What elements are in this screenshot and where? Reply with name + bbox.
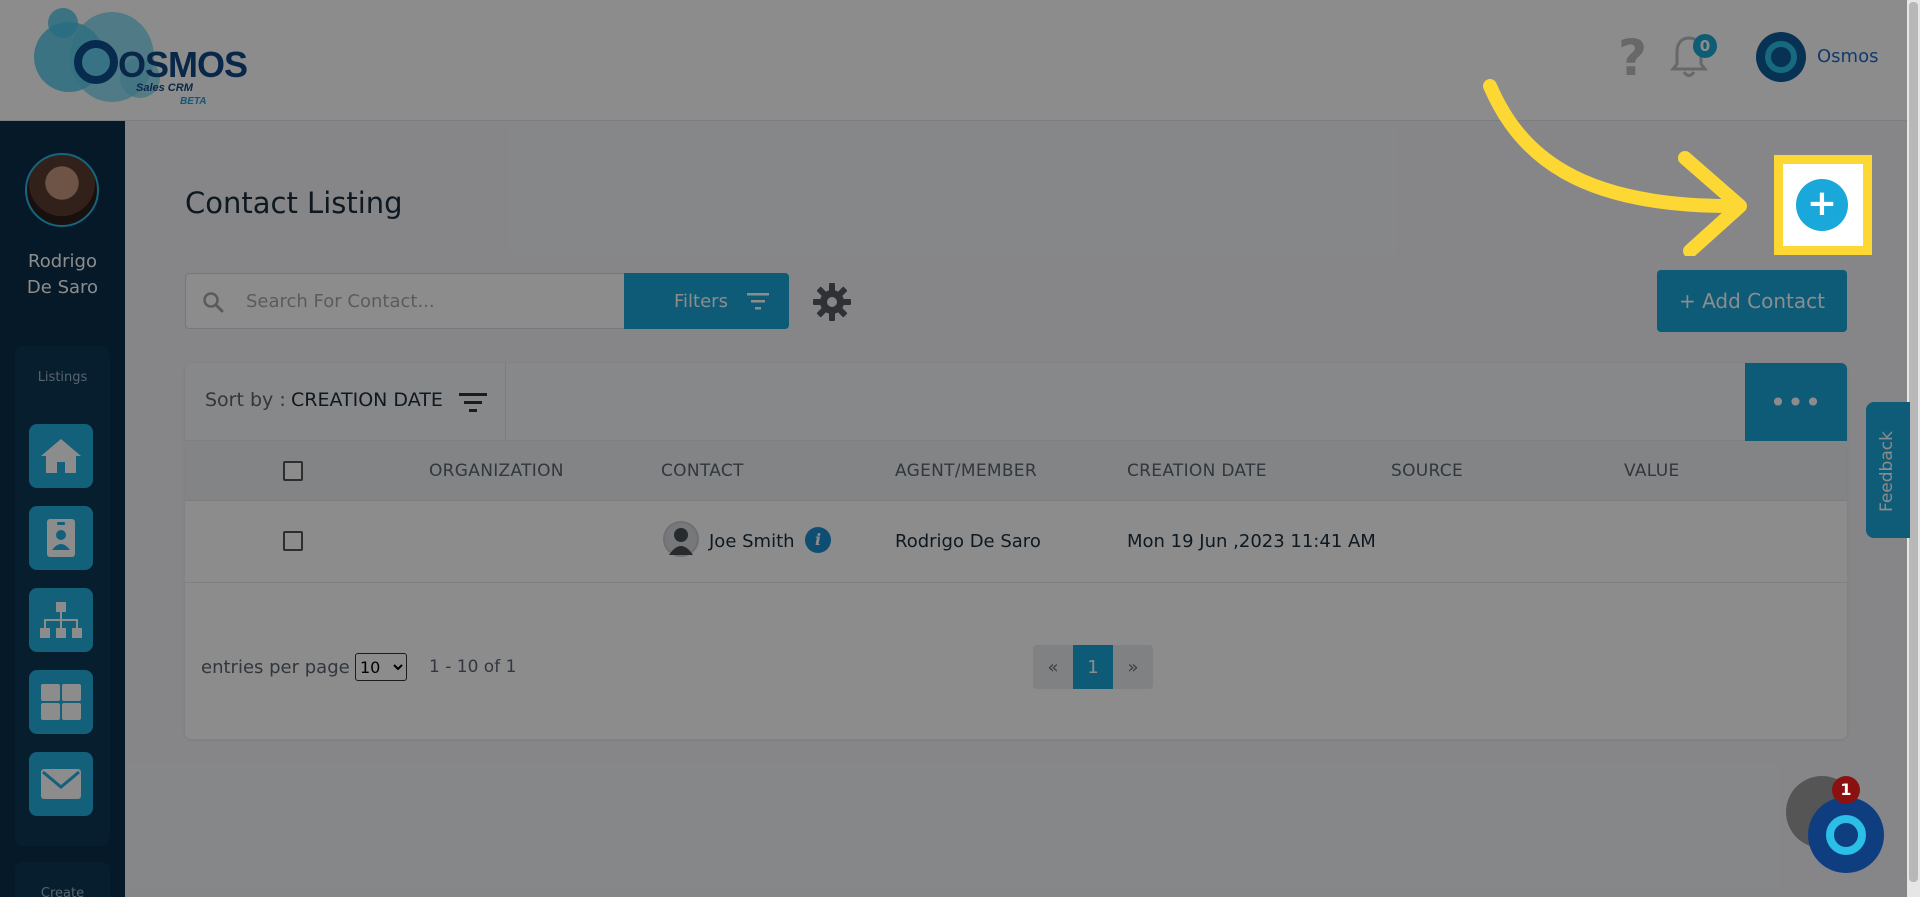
sort-divider — [505, 363, 506, 441]
sidebar-item-home[interactable] — [29, 424, 93, 488]
row-agent: Rodrigo De Saro — [895, 531, 1041, 552]
profile-name: Rodrigo De Saro — [0, 249, 125, 301]
table-header: ORGANIZATION CONTACT AGENT/MEMBER CREATI… — [185, 441, 1847, 501]
row-creation-date: Mon 19 Jun ,2023 11:41 AM — [1127, 531, 1376, 552]
user-avatar[interactable] — [1756, 32, 1806, 82]
sidebar: Rodrigo De Saro Listings Create — [0, 121, 125, 897]
sort-icon[interactable] — [459, 391, 487, 413]
mail-icon — [41, 769, 81, 799]
contacts-table: Sort by : CREATION DATE ••• ORGANIZATION… — [185, 363, 1847, 739]
table-row[interactable]: Joe Smith i Rodrigo De Saro Mon 19 Jun ,… — [185, 501, 1847, 583]
column-header[interactable]: SOURCE — [1391, 461, 1463, 481]
page-button-current[interactable]: 1 — [1073, 645, 1113, 689]
tutorial-arrow-icon — [1483, 79, 1747, 256]
osmos-logo[interactable]: OSMOS Sales CRM BETA — [30, 8, 248, 108]
filters-label: Filters — [674, 290, 728, 312]
listings-section: Listings — [15, 346, 110, 846]
contact-avatar — [663, 521, 699, 557]
add-button-highlighted[interactable]: + — [1796, 179, 1848, 231]
logo-beta-badge: BETA — [180, 96, 207, 107]
sort-value[interactable]: CREATION DATE — [291, 389, 443, 411]
profile-last-name: De Saro — [26, 277, 99, 298]
chat-unread-badge: 1 — [1832, 776, 1860, 804]
column-header[interactable]: CREATION DATE — [1127, 461, 1267, 481]
contact-card-icon — [47, 519, 75, 557]
sidebar-item-organizations[interactable] — [29, 588, 93, 652]
add-contact-button[interactable]: + Add Contact — [1657, 270, 1847, 332]
filter-icon — [747, 293, 769, 310]
profile-avatar[interactable] — [25, 153, 99, 227]
row-checkbox[interactable] — [283, 531, 303, 551]
sort-label: Sort by : — [205, 389, 286, 411]
gear-icon[interactable] — [812, 282, 852, 322]
range-text: 1 - 10 of 1 — [429, 657, 517, 677]
create-label: Create — [40, 886, 85, 897]
more-options-button[interactable]: ••• — [1745, 363, 1847, 441]
scrollbar-thumb[interactable] — [1909, 2, 1918, 882]
logo-ring — [74, 40, 118, 84]
select-all-checkbox[interactable] — [283, 461, 303, 481]
create-section: Create — [15, 862, 110, 897]
entries-per-page-select[interactable]: 10 — [355, 653, 407, 681]
row-contact-name[interactable]: Joe Smith — [709, 531, 795, 552]
user-name-link[interactable]: Osmos — [1817, 46, 1878, 67]
page-title: Contact Listing — [185, 186, 403, 220]
logo-bubble — [48, 8, 78, 38]
grid-icon — [41, 684, 81, 720]
org-chart-icon — [40, 602, 82, 638]
prev-page-button[interactable]: « — [1033, 645, 1073, 689]
column-header[interactable]: CONTACT — [661, 461, 744, 481]
sidebar-item-contacts[interactable] — [29, 506, 93, 570]
entries-per-page-label: entries per page — [201, 657, 350, 678]
column-header[interactable]: AGENT/MEMBER — [895, 461, 1037, 481]
search-box — [185, 273, 625, 329]
filters-button[interactable]: Filters — [624, 273, 789, 329]
feedback-tab[interactable]: Feedback — [1866, 402, 1910, 538]
logo-subtitle: Sales CRM — [136, 82, 193, 94]
profile-first-name: Rodrigo — [28, 251, 97, 272]
notifications-badge: 0 — [1693, 34, 1717, 58]
sort-bar: Sort by : CREATION DATE ••• — [185, 363, 1847, 441]
search-input[interactable] — [246, 274, 616, 328]
logo-word: OSMOS — [118, 44, 248, 85]
column-header[interactable]: VALUE — [1624, 461, 1679, 481]
listings-label: Listings — [37, 370, 88, 385]
person-icon — [669, 528, 693, 555]
chat-widget-button[interactable] — [1808, 797, 1884, 873]
next-page-button[interactable]: » — [1113, 645, 1153, 689]
column-header[interactable]: ORGANIZATION — [429, 461, 564, 481]
search-icon — [203, 292, 224, 313]
feedback-label: Feedback — [1877, 431, 1897, 512]
sidebar-item-dashboard[interactable] — [29, 670, 93, 734]
pagination: « 1 » — [1033, 645, 1153, 689]
info-icon[interactable]: i — [805, 527, 831, 553]
sidebar-item-mail[interactable] — [29, 752, 93, 816]
home-icon — [41, 439, 81, 473]
